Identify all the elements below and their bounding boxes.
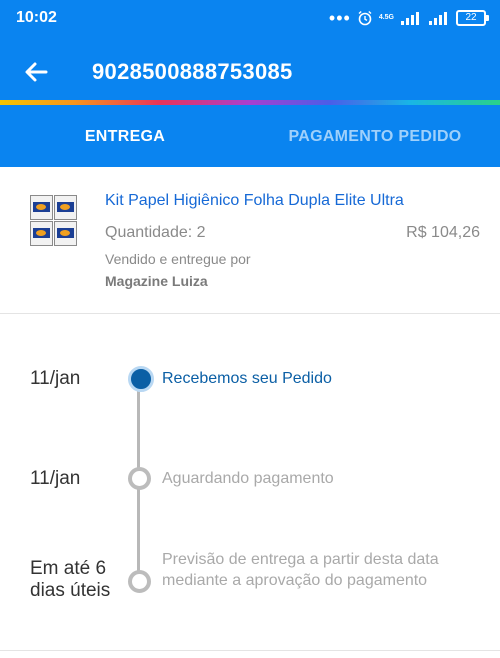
timeline-step-delivery-forecast: Previsão de entrega a partir desta data … [162, 551, 439, 589]
timeline-date: 11/jan [30, 468, 81, 489]
status-time: 10:02 [16, 9, 57, 26]
timeline-date-estimate: Em até 6 dias úteis [30, 558, 110, 602]
divider [0, 650, 500, 651]
network-type-label: 4.5G [378, 14, 394, 21]
package-image [30, 195, 53, 220]
step-done-dot-icon [128, 366, 154, 392]
notification-dots-icon: ••• [328, 8, 351, 28]
estimate-line-1: Em até 6 [30, 558, 107, 579]
status-icons: ••• 4.5G 22 [328, 8, 489, 28]
package-image [30, 221, 53, 246]
estimate-line-2: dias úteis [30, 580, 111, 601]
package-image [54, 221, 77, 246]
step-pending-dot-icon [128, 467, 151, 490]
tab-bar: ENTREGA PAGAMENTO PEDIDO [0, 105, 500, 272]
product-quantity: Quantidade: 2 [105, 224, 206, 241]
timeline-step-awaiting-payment: Aguardando pagamento [162, 470, 334, 487]
order-number-title: 9028500888753085 [92, 59, 293, 84]
timeline-step-received: Recebemos seu Pedido [162, 370, 332, 387]
sold-by-label: Vendido e entregue por [105, 251, 251, 267]
product-thumbnail [30, 195, 77, 246]
tab-pagamento-pedido[interactable]: PAGAMENTO PEDIDO [250, 105, 500, 167]
tab-entrega[interactable]: ENTREGA [0, 105, 250, 167]
step-pending-dot-icon [128, 570, 151, 593]
back-arrow-icon[interactable] [22, 58, 50, 86]
delivery-timeline: 11/jan Recebemos seu Pedido 11/jan Aguar… [0, 313, 500, 658]
seller-name: Magazine Luiza [105, 273, 208, 289]
alarm-icon [358, 10, 372, 26]
battery-icon: 22 [456, 10, 489, 26]
product-name-link[interactable]: Kit Papel Higiênico Folha Dupla Elite Ul… [105, 192, 404, 210]
signal-2-icon [429, 12, 447, 25]
app-bar: 9028500888753085 [0, 38, 500, 104]
timeline-date: 11/jan [30, 368, 81, 389]
product-card[interactable]: Kit Papel Higiênico Folha Dupla Elite Ul… [0, 167, 500, 314]
product-price: R$ 104,26 [406, 224, 480, 241]
package-image [54, 195, 77, 220]
signal-icon [401, 12, 419, 25]
status-bar: 10:02 ••• 4.5G 22 [0, 0, 500, 38]
